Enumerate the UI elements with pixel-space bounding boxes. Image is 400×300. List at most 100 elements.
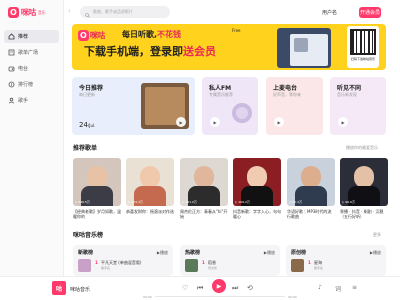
rank-artist[interactable]: 歌手名 — [314, 266, 323, 270]
sidebar-item-charts[interactable]: 排行榜 — [4, 78, 59, 91]
play-button[interactable]: ▶ — [212, 279, 226, 293]
cover-face — [301, 166, 321, 188]
sidebar-item-singers[interactable]: 歌手 — [4, 94, 59, 107]
fm-disc — [232, 103, 252, 123]
radio-card[interactable]: 上麦电台 好声音，等你来 ▶ — [266, 77, 323, 135]
logo-text: 咪咕 — [20, 8, 37, 17]
playlist-card[interactable]: ▷ 346.5万 【经典老歌】岁月如歌，温暖你的 — [73, 158, 121, 219]
playlist-card[interactable]: ▷ 281.0万 周杰伦正方：青春从"hi"开始 — [180, 158, 228, 219]
banner-qr-caption: 扫码下载咪咕音乐 — [350, 57, 375, 61]
banner-headline-a: 每日听歌, — [122, 30, 158, 39]
cover-face — [87, 166, 107, 188]
app-logo[interactable]: O 咪咕 音乐 — [8, 6, 46, 19]
chart-title: 原创榜 — [291, 250, 307, 256]
banner-headline: 每日听歌,不花钱 — [122, 29, 181, 40]
play-count: ▷ 346.5万 — [75, 200, 90, 204]
sidebar-item-label: 排行榜 — [18, 82, 34, 88]
lyrics-icon[interactable]: 词 — [335, 284, 341, 293]
chart-card[interactable]: 热歌榜 ▶播放 1 稻香 周杰伦 — [180, 245, 280, 276]
playlist-card[interactable]: ▷ 123.3万 恭喜发财你：摇滚派对作选 — [126, 158, 174, 219]
progress-bar[interactable] — [155, 296, 285, 297]
search-placeholder: 歌曲、歌手或品质影片 — [93, 9, 133, 14]
promo-banner[interactable]: O 咪咕 每日听歌,不花钱 Free 下载手机端，登录即送会员 扫码下载咪咕音乐 — [72, 24, 386, 70]
play-count: ▷ 123.3万 — [128, 200, 143, 204]
back-arrow-icon[interactable]: ‹ — [68, 8, 75, 15]
playlist-caption: 华语好歌｜MP3时代的流行歌曲 — [287, 209, 332, 219]
chart-title: 热歌榜 — [185, 250, 201, 256]
chart-play-button[interactable]: ▶播放 — [264, 250, 275, 256]
player-title[interactable]: 咪咕音乐 — [70, 286, 90, 293]
time-current: 00:00 — [143, 295, 152, 299]
play-icon[interactable]: ▶ — [210, 117, 220, 127]
sidebar-item-radio[interactable]: 电台 — [4, 62, 59, 75]
chart-cover — [78, 259, 91, 272]
home-icon — [8, 33, 15, 40]
rank-number: 1 — [202, 260, 205, 265]
player-cover[interactable]: 咕 — [52, 281, 66, 295]
next-icon[interactable]: ⏭ — [232, 283, 238, 293]
cover-face — [140, 166, 160, 188]
top-bar: ‹ 歌曲、歌手或品质影片 用户名 开通会员 — [64, 0, 400, 24]
rank-artist[interactable]: 周杰伦 — [208, 266, 217, 270]
rank-number: 1 — [308, 260, 311, 265]
chart-play-button[interactable]: ▶播放 — [157, 250, 168, 256]
playlist-caption: 周杰伦正方：青春从"hi"开始 — [180, 209, 228, 219]
play-count: ▷ 281.0万 — [182, 200, 197, 204]
banner-phone-cover — [294, 38, 308, 52]
card-subtitle: 音乐新发现 — [337, 92, 357, 97]
card-title: 上麦电台 — [273, 85, 298, 92]
charts-more-link[interactable]: 更多 — [373, 232, 381, 238]
playlist-cover: ▷ 281.0万 — [180, 158, 228, 206]
playlist-card[interactable]: ▷ 52.4万 华语好歌｜MP3时代的流行歌曲 — [287, 158, 335, 219]
card-title: 今日推荐 — [79, 85, 104, 92]
banner-logo-badge: O — [78, 30, 89, 41]
playlists-more-link[interactable]: 播放你的最爱音乐 — [346, 145, 378, 151]
cover-face — [354, 166, 374, 188]
queue-icon[interactable]: ≡ — [352, 284, 357, 291]
daily-recommend-card[interactable]: 今日推荐 每日更新 24/Jul. ▶ — [72, 77, 195, 135]
listen-different-card[interactable]: 听见不同 音乐新发现 ▶ — [330, 77, 386, 135]
playlist-icon — [8, 49, 15, 56]
sidebar-item-playlists[interactable]: 歌单广场 — [4, 46, 59, 59]
chart-cover — [185, 259, 198, 272]
rank-number: 1 — [95, 260, 98, 265]
private-fm-card[interactable]: 私人FM 专属音乐推荐 ▶ — [202, 77, 258, 135]
singer-icon — [8, 97, 15, 104]
logo-sub: 音乐 — [37, 9, 46, 15]
qr-code-icon — [350, 29, 376, 55]
vip-button[interactable]: 开通会员 — [359, 7, 381, 18]
playlist-caption: 【经典老歌】岁月如歌，温暖你的 — [73, 209, 121, 219]
chart-card[interactable]: 原创榜 ▶播放 1 星海 歌手名 — [286, 245, 386, 276]
playlist-caption: 恭喜发财你：摇滚派对作选 — [126, 209, 174, 214]
charts-section-title: 咪咕音乐榜 — [73, 232, 104, 239]
chart-play-button[interactable]: ▶播放 — [370, 250, 381, 256]
playlist-card[interactable]: ▷ 96.6万 季播 · 抖音 · 刷剧 · 沉稳（五行好听） — [340, 158, 388, 219]
playlist-card[interactable]: ▷ 169.2万 抖音新歌：字字入心，句句暖心 — [233, 158, 281, 219]
playlist-cover: ▷ 52.4万 — [287, 158, 335, 206]
play-icon[interactable]: ▶ — [274, 117, 284, 127]
chart-card[interactable]: 新歌榜 ▶播放 1 平凡天堂 (单曲混音版) 歌手名 — [73, 245, 173, 276]
daily-month: /Jul. — [87, 123, 96, 128]
loop-icon[interactable]: ⟲ — [247, 283, 253, 293]
chart-title: 新歌榜 — [78, 250, 94, 256]
daily-date: 24/Jul. — [79, 121, 95, 129]
banner-subline: 下载手机端，登录即送会员 — [84, 43, 216, 59]
chart-cover — [291, 259, 304, 272]
rank-artist[interactable]: 歌手名 — [101, 266, 110, 270]
playlists-section-title: 推荐歌单 — [73, 145, 98, 152]
play-icon[interactable]: ▶ — [338, 117, 348, 127]
previous-icon[interactable]: ⏮ — [197, 283, 203, 293]
sidebar: O 咪咕 音乐 推荐 歌单广场 电台 排行榜 歌手 — [0, 0, 64, 276]
banner-logo: O 咪咕 — [78, 30, 105, 41]
sidebar-item-recommend[interactable]: 推荐 — [4, 30, 59, 43]
play-count: ▷ 52.4万 — [289, 200, 302, 204]
chart-icon — [8, 81, 15, 88]
banner-tag: Free — [232, 28, 241, 33]
volume-icon[interactable]: ♪ — [318, 284, 322, 291]
sidebar-item-label: 歌手 — [18, 98, 29, 104]
user-link[interactable]: 用户名 — [322, 9, 337, 16]
play-icon[interactable]: ▶ — [176, 117, 186, 127]
like-icon[interactable]: ♡ — [182, 283, 188, 293]
card-title: 私人FM — [209, 85, 232, 92]
search-input[interactable]: 歌曲、歌手或品质影片 — [80, 6, 170, 18]
